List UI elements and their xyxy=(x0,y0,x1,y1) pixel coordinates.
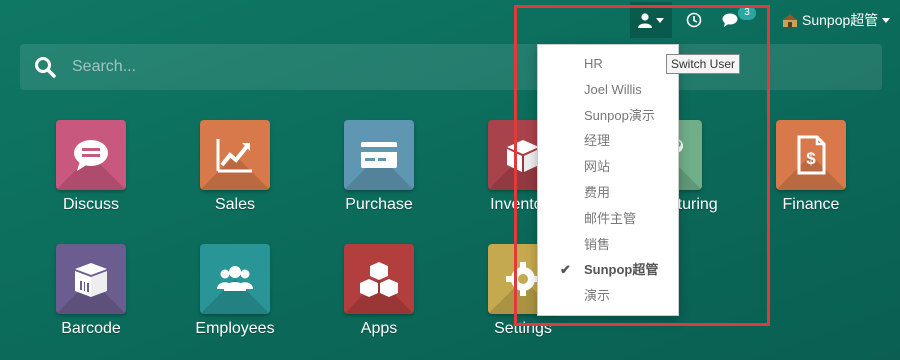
app-tile xyxy=(200,244,270,314)
app-barcode[interactable]: Barcode xyxy=(31,244,151,338)
search-icon xyxy=(35,57,56,78)
barcode-box-icon xyxy=(75,263,107,297)
app-discuss[interactable]: Discuss xyxy=(31,120,151,214)
app-tile xyxy=(344,244,414,314)
chevron-down-icon xyxy=(882,17,891,23)
chat-bubble-icon xyxy=(74,140,108,171)
app-employees[interactable]: Employees xyxy=(175,244,295,338)
invoice-icon: $ xyxy=(797,135,826,175)
app-sales[interactable]: Sales xyxy=(175,120,295,214)
app-label: Barcode xyxy=(61,320,121,337)
app-label: Discuss xyxy=(62,196,119,213)
app-apps[interactable]: Apps xyxy=(319,244,439,338)
app-label: Sales xyxy=(214,196,256,213)
annotation-highlight-box xyxy=(514,5,770,326)
app-tile xyxy=(344,120,414,190)
app-tile xyxy=(200,120,270,190)
app-label: Employees xyxy=(195,320,275,337)
cubes-icon xyxy=(360,262,398,297)
app-label: Purchase xyxy=(345,196,413,213)
users-icon xyxy=(217,266,253,291)
credit-card-icon xyxy=(361,142,397,168)
company-switcher[interactable]: Sunpop超管 xyxy=(782,8,891,32)
app-purchase[interactable]: Purchase xyxy=(319,120,439,214)
app-tile xyxy=(56,244,126,314)
company-logo-icon xyxy=(783,14,797,27)
app-label: Apps xyxy=(360,320,398,337)
svg-text:$: $ xyxy=(806,149,816,168)
trending-up-icon xyxy=(216,139,252,173)
company-name: Sunpop超管 xyxy=(802,12,879,28)
app-tile xyxy=(56,120,126,190)
app-tile: $ xyxy=(776,120,846,190)
